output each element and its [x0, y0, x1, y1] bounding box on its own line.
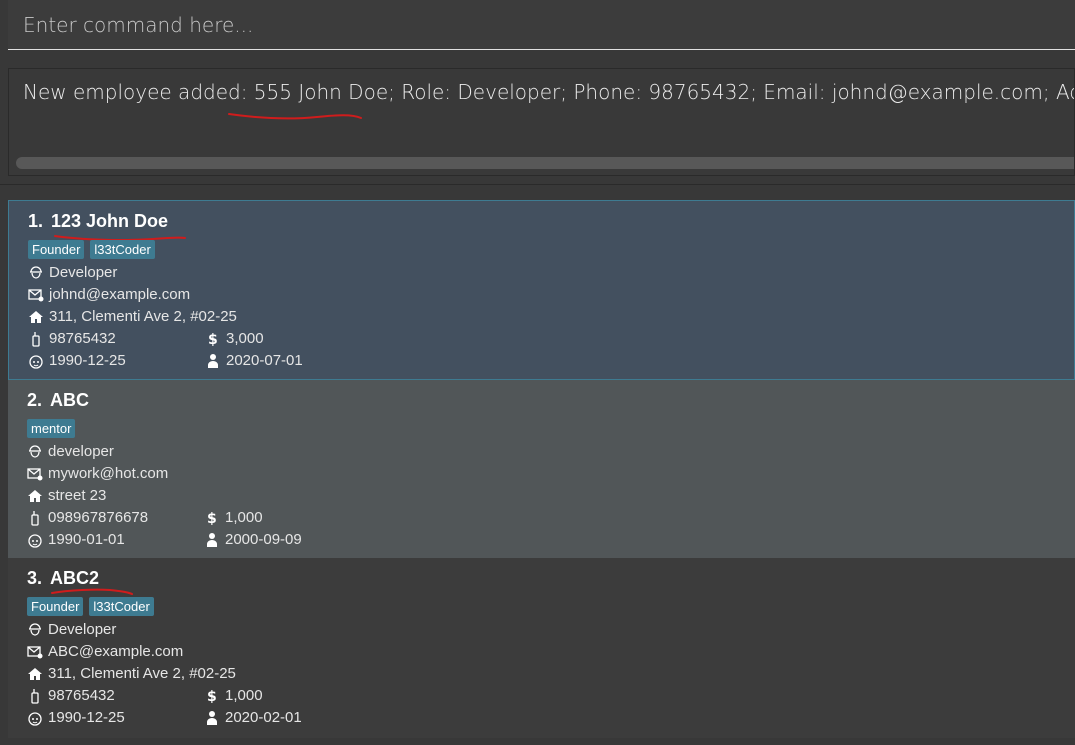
address-row: street 23: [27, 487, 106, 504]
birthday-row: 1990-12-25: [28, 352, 126, 369]
birthday-text: 1990-12-25: [49, 352, 126, 369]
tag: mentor: [27, 419, 76, 438]
join-date-text: 2020-02-01: [225, 709, 302, 726]
employee-index: 1.: [28, 211, 44, 231]
address-text: 311, Clementi Ave 2, #02-25: [48, 665, 236, 682]
employee-list: 1. 123 John Doe Founder l33tCoder Develop…: [0, 184, 1075, 745]
employee-index: 3.: [27, 568, 43, 588]
cake-icon: [27, 710, 43, 726]
salary-row: $ 3,000: [205, 330, 264, 347]
employee-card[interactable]: 1. 123 John Doe Founder l33tCoder Develop…: [8, 200, 1075, 380]
cake-icon: [27, 532, 43, 548]
employee-index: 2.: [27, 390, 43, 410]
role-row: Developer: [27, 621, 116, 638]
role-text: developer: [48, 443, 114, 460]
command-box: [0, 0, 1075, 60]
phone-row: 98765432: [27, 687, 115, 704]
result-display: New employee added: 555 John Doe; Role: …: [8, 68, 1075, 176]
role-row: Developer: [28, 264, 117, 281]
tag-list: Founder l33tCoder: [27, 597, 154, 616]
annotation-underline: [228, 113, 362, 120]
email-row: johnd@example.com: [28, 286, 190, 303]
address-text: 311, Clementi Ave 2, #02-25: [49, 308, 237, 325]
address-row: 311, Clementi Ave 2, #02-25: [27, 665, 236, 682]
tag: Founder: [28, 240, 85, 259]
command-input[interactable]: [8, 0, 1075, 50]
mail-icon: [28, 287, 44, 303]
phone-text: 98765432: [49, 330, 116, 347]
phone-text: 98765432: [48, 687, 115, 704]
tag: Founder: [27, 597, 84, 616]
person-icon: [204, 532, 220, 548]
address-row: 311, Clementi Ave 2, #02-25: [28, 308, 237, 325]
address-text: street 23: [48, 487, 107, 504]
phone-row: 98765432: [28, 330, 116, 347]
join-date-text: 2000-09-09: [225, 531, 302, 548]
svg-text:$: $: [208, 332, 218, 347]
employee-name: 3. ABC2: [27, 568, 99, 589]
phone-row: 098967876678: [27, 509, 148, 526]
tag: l33tCoder: [89, 597, 154, 616]
salary-text: 1,000: [225, 509, 263, 526]
horizontal-scrollbar[interactable]: [16, 157, 1074, 169]
phone-icon: [27, 688, 43, 704]
cake-icon: [28, 353, 44, 369]
email-text: ABC@example.com: [48, 643, 184, 660]
salary-row: $ 1,000: [204, 687, 263, 704]
employee-name-text: 123 John Doe: [51, 211, 169, 231]
employee-name-text: ABC2: [50, 568, 100, 588]
dollar-icon: $: [204, 688, 220, 704]
result-message: New employee added: 555 John Doe; Role: …: [23, 80, 1074, 104]
phone-icon: [28, 331, 44, 347]
employee-name: 2. ABC: [27, 390, 89, 411]
tag-list: Founder l33tCoder: [28, 240, 155, 259]
svg-text:$: $: [207, 511, 217, 526]
email-text: johnd@example.com: [49, 286, 191, 303]
employee-card[interactable]: 2. ABC mentor developer mywork@hot.com st…: [8, 380, 1075, 560]
worker-icon: [27, 622, 43, 638]
phone-icon: [27, 510, 43, 526]
dollar-icon: $: [204, 510, 220, 526]
salary-row: $ 1,000: [204, 509, 263, 526]
email-row: ABC@example.com: [27, 643, 183, 660]
email-row: mywork@hot.com: [27, 465, 168, 482]
home-icon: [28, 309, 44, 325]
role-text: Developer: [48, 621, 117, 638]
birthday-row: 1990-12-25: [27, 709, 125, 726]
mail-icon: [27, 644, 43, 660]
svg-text:$: $: [207, 689, 217, 704]
tag-list: mentor: [27, 419, 76, 438]
mail-icon: [27, 466, 43, 482]
employee-name-text: ABC: [50, 390, 90, 410]
join-date-row: 2000-09-09: [204, 531, 302, 548]
tag: l33tCoder: [90, 240, 155, 259]
birthday-text: 1990-01-01: [48, 531, 125, 548]
home-icon: [27, 666, 43, 682]
person-icon: [204, 710, 220, 726]
email-text: mywork@hot.com: [48, 465, 169, 482]
join-date-row: 2020-07-01: [205, 352, 303, 369]
salary-text: 3,000: [226, 330, 264, 347]
worker-icon: [28, 265, 44, 281]
join-date-text: 2020-07-01: [226, 352, 303, 369]
salary-text: 1,000: [225, 687, 263, 704]
person-icon: [205, 353, 221, 369]
dollar-icon: $: [205, 331, 221, 347]
join-date-row: 2020-02-01: [204, 709, 302, 726]
role-text: Developer: [49, 264, 118, 281]
birthday-text: 1990-12-25: [48, 709, 125, 726]
phone-text: 098967876678: [48, 509, 149, 526]
worker-icon: [27, 444, 43, 460]
birthday-row: 1990-01-01: [27, 531, 125, 548]
role-row: developer: [27, 443, 114, 460]
home-icon: [27, 488, 43, 504]
employee-card[interactable]: 3. ABC2 Founder l33tCoder Developer ABC@e…: [8, 558, 1075, 738]
employee-name: 1. 123 John Doe: [28, 211, 168, 232]
